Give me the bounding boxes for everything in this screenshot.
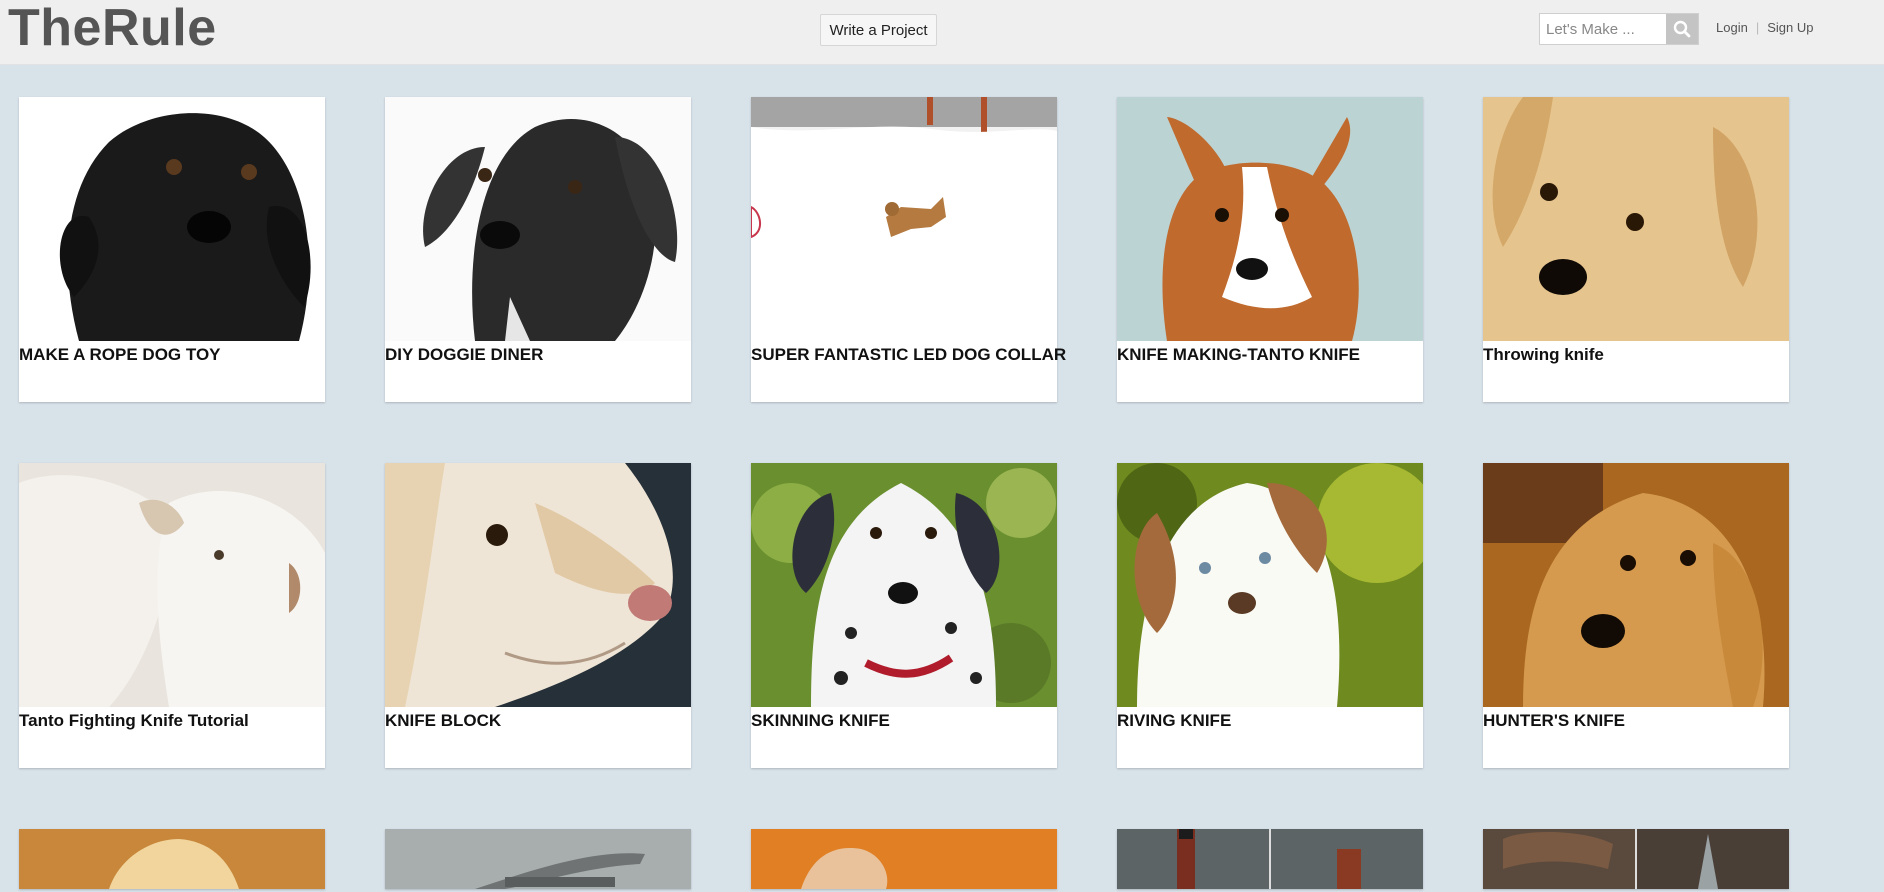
project-image[interactable]	[385, 97, 691, 341]
site-logo[interactable]: TheRule	[8, 0, 217, 58]
project-title[interactable]: HUNTER'S KNIFE	[1483, 711, 1783, 731]
search-button[interactable]	[1666, 14, 1698, 44]
project-card[interactable]	[1117, 829, 1423, 889]
project-image[interactable]	[19, 97, 325, 341]
project-card[interactable]	[751, 829, 1057, 889]
project-image[interactable]	[1117, 463, 1423, 707]
project-image[interactable]	[385, 829, 691, 889]
project-title[interactable]: Throwing knife	[1483, 345, 1783, 365]
project-title[interactable]: RIVING KNIFE	[1117, 711, 1417, 731]
project-image[interactable]	[751, 829, 1057, 889]
project-image[interactable]	[1117, 829, 1423, 889]
project-card[interactable]: KNIFE BLOCK	[385, 463, 691, 768]
project-title[interactable]: SUPER FANTASTIC LED DOG COLLAR	[751, 345, 1066, 365]
project-image[interactable]	[751, 463, 1057, 707]
signup-link[interactable]: Sign Up	[1767, 20, 1813, 35]
search-input[interactable]	[1540, 14, 1664, 44]
link-separator: |	[1755, 20, 1760, 35]
project-card[interactable]: SKINNING KNIFE	[751, 463, 1057, 768]
project-image[interactable]	[19, 829, 325, 889]
project-card[interactable]: KNIFE MAKING-TANTO KNIFE	[1117, 97, 1423, 402]
login-link[interactable]: Login	[1716, 20, 1748, 35]
project-card[interactable]: MAKE A ROPE DOG TOY	[19, 97, 325, 402]
write-project-button[interactable]: Write a Project	[820, 14, 937, 46]
project-card[interactable]: SUPER FANTASTIC LED DOG COLLAR	[751, 97, 1066, 402]
project-title[interactable]: SKINNING KNIFE	[751, 711, 1051, 731]
project-card[interactable]: HUNTER'S KNIFE	[1483, 463, 1789, 768]
project-card[interactable]	[1483, 829, 1789, 889]
project-title[interactable]: MAKE A ROPE DOG TOY	[19, 345, 319, 365]
project-image[interactable]	[19, 463, 325, 707]
project-image[interactable]	[751, 97, 1057, 341]
project-card[interactable]	[19, 829, 325, 889]
project-image[interactable]	[385, 463, 691, 707]
project-title[interactable]: KNIFE BLOCK	[385, 711, 685, 731]
project-card[interactable]	[385, 829, 691, 889]
project-image[interactable]	[1117, 97, 1423, 341]
project-image[interactable]	[1483, 829, 1789, 889]
project-title[interactable]: KNIFE MAKING-TANTO KNIFE	[1117, 345, 1417, 365]
project-card[interactable]: Throwing knife	[1483, 97, 1789, 402]
auth-links: Login | Sign Up	[1716, 20, 1813, 35]
project-image[interactable]	[1483, 463, 1789, 707]
search-box	[1539, 13, 1699, 45]
top-bar: TheRule Write a Project Login | Sign Up	[0, 0, 1884, 65]
project-card[interactable]: RIVING KNIFE	[1117, 463, 1423, 768]
project-title[interactable]: Tanto Fighting Knife Tutorial	[19, 711, 319, 731]
project-card[interactable]: DIY DOGGIE DINER	[385, 97, 691, 402]
project-title[interactable]: DIY DOGGIE DINER	[385, 345, 685, 365]
search-icon	[1673, 20, 1691, 38]
project-image[interactable]	[1483, 97, 1789, 341]
project-card[interactable]: Tanto Fighting Knife Tutorial	[19, 463, 325, 768]
